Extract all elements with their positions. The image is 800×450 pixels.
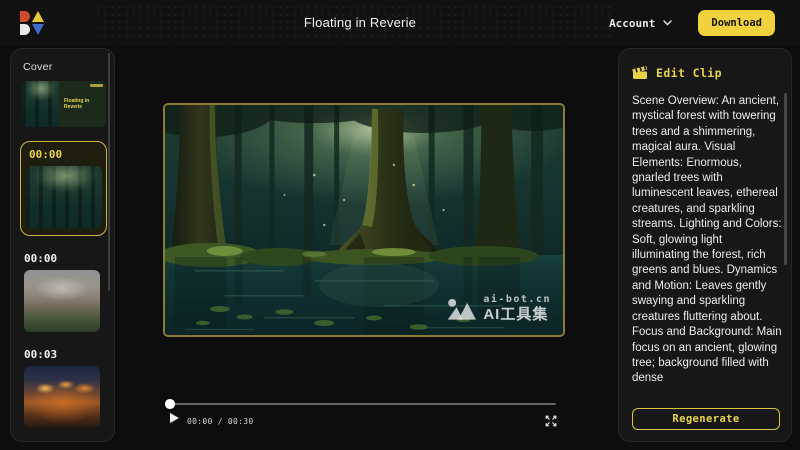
sidebar-scrollbar[interactable] [108,53,111,291]
download-button[interactable]: Download [698,10,775,36]
fullscreen-icon [545,415,557,427]
watermark-text-line2: AI工具集 [483,307,551,322]
edit-panel-header: Edit Clip [632,65,779,80]
cover-thumbnail[interactable]: Floating in Reverie [22,81,106,127]
clip-timestamp: 00:03 [24,348,105,361]
page-title: Floating in Reverie [304,15,416,30]
clip-thumbnail-forest [26,166,102,228]
clip-item-castle[interactable]: 00:00 [23,252,105,332]
clip-item-night-market[interactable]: 00:03 [23,348,105,428]
edit-clip-panel: Edit Clip Scene Overview: An ancient, my… [618,48,792,442]
time-display: 00:00 / 00:30 [187,417,254,426]
cover-title-panel: Floating in Reverie [59,81,106,127]
clip-description-text[interactable]: Scene Overview: An ancient, mystical for… [632,94,782,384]
clip-timestamp: 00:00 [24,252,105,265]
logo-yellow-triangle [31,10,44,23]
play-icon [170,413,179,423]
watermark: ai-bot.cn AI工具集 [446,295,551,322]
cover-label: Cover [23,61,105,73]
chevron-down-icon [663,20,672,26]
cover-image [22,81,59,127]
clips-sidebar: Cover Floating in Reverie 00:00 00:00 00… [10,48,115,442]
logo-blue-triangle [31,23,44,36]
play-button[interactable] [170,413,181,426]
clip-thumbnail-castle [24,270,100,332]
logo-white-d [18,23,31,36]
regenerate-button[interactable]: Regenerate [632,408,780,430]
progress-handle[interactable] [165,399,175,409]
video-preview[interactable]: ai-bot.cn AI工具集 [163,103,565,337]
account-label: Account [609,17,655,30]
app-logo-icon[interactable] [18,10,44,36]
clip-thumbnail-night-market [24,366,100,428]
fullscreen-button[interactable] [545,414,557,426]
edit-panel-scrollbar[interactable] [784,93,787,265]
app-window: Floating in Reverie Account Download Cov… [0,0,800,450]
clip-timestamp: 00:00 [29,148,102,161]
watermark-text-line1: ai-bot.cn [483,295,551,305]
clapperboard-icon [632,65,649,80]
account-menu[interactable]: Account [609,17,672,30]
cover-brand-mark [90,84,103,87]
topbar: Floating in Reverie Account Download [0,0,800,46]
cover-title-text: Floating in Reverie [64,98,94,110]
watermark-logo-icon [446,296,476,322]
clip-item-selected[interactable]: 00:00 [20,141,107,236]
progress-bar[interactable] [165,399,556,409]
progress-track [165,403,556,406]
edit-panel-title: Edit Clip [656,66,722,80]
logo-red-d [18,10,31,23]
